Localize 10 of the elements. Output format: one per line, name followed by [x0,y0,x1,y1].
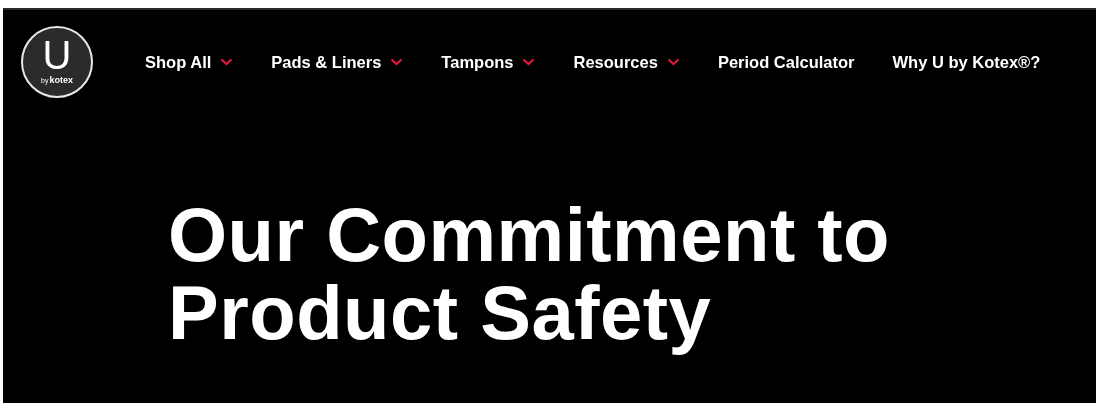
chevron-down-icon [666,58,680,66]
nav-link[interactable]: Tampons [441,52,536,72]
chevron-down-icon [220,58,234,66]
chevron-down-icon [522,58,536,66]
nav-link[interactable]: Why U by Kotex®? [892,52,1041,72]
nav-link[interactable]: Shop All [145,52,234,72]
chevron-down-icon [390,58,404,66]
nav-link[interactable]: Pads & Liners [271,52,404,72]
nav-link[interactable]: Resources [573,52,680,72]
nav-link[interactable]: Period Calculator [717,52,855,72]
